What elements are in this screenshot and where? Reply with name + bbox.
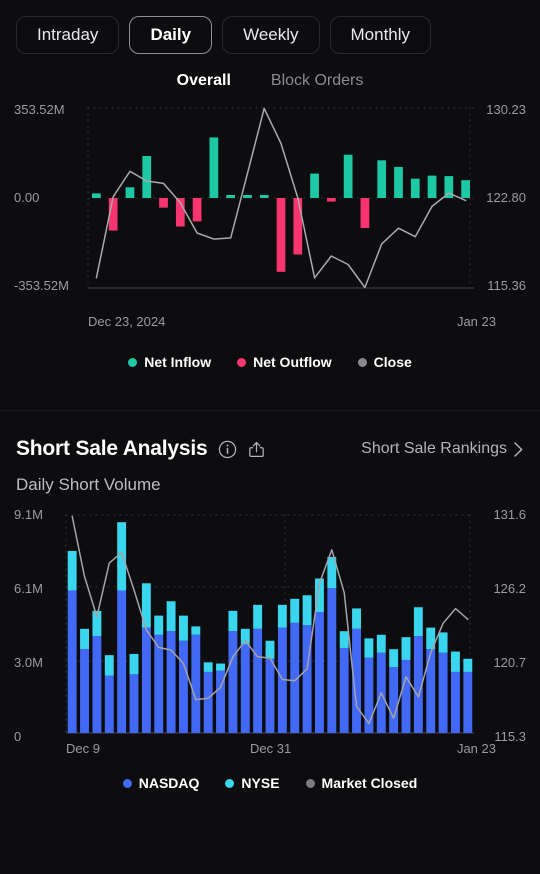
- legend-nasdaq: NASDAQ: [122, 775, 200, 791]
- fund-flow-legend: Net Inflow Net Outflow Close: [0, 354, 540, 370]
- legend-dot-icon: [128, 357, 138, 367]
- short-sale-rankings-link[interactable]: Short Sale Rankings: [361, 440, 524, 458]
- legend-dot-icon: [357, 357, 367, 367]
- legend-net-outflow: Net Outflow: [237, 354, 332, 370]
- sv-x-label-0: Dec 9: [66, 741, 100, 756]
- period-tab-weekly[interactable]: Weekly: [222, 16, 320, 54]
- fundflow-y-right-mid: 122.80: [486, 190, 526, 205]
- fundflow-y-right-top: 130.23: [486, 102, 526, 117]
- legend-close: Close: [357, 354, 412, 370]
- chevron-right-icon: [513, 441, 524, 458]
- legend-net-inflow: Net Inflow: [128, 354, 211, 370]
- period-tab-intraday[interactable]: Intraday: [16, 16, 120, 54]
- short-volume-chart-block: 9.1M 6.1M 3.0M 0 131.6 126.2 120.7 115.3…: [0, 507, 540, 791]
- daily-short-volume-subtitle: Daily Short Volume: [16, 475, 161, 494]
- sv-y-right-2: 120.7: [493, 655, 526, 670]
- legend-label: Market Closed: [321, 775, 418, 791]
- legend-nyse: NYSE: [225, 775, 280, 791]
- sub-tab-bar: Overall Block Orders: [0, 72, 540, 90]
- short-volume-chart[interactable]: 9.1M 6.1M 3.0M 0 131.6 126.2 120.7 115.3: [0, 507, 540, 744]
- share-icon[interactable]: [247, 440, 266, 459]
- tab-block-orders[interactable]: Block Orders: [271, 72, 363, 90]
- page-title: Short Sale Analysis: [16, 437, 208, 460]
- sv-x-label-2: Jan 23: [456, 741, 496, 756]
- spacer: [0, 370, 540, 410]
- fundflow-y-left-top: 353.52M: [14, 102, 65, 117]
- short-volume-legend: NASDAQ NYSE Market Closed: [0, 775, 540, 791]
- sv-y-left-0: 9.1M: [14, 507, 43, 522]
- sv-y-right-0: 131.6: [493, 507, 526, 522]
- fundflow-y-right-bottom: 115.36: [487, 278, 526, 293]
- legend-dot-icon: [237, 357, 247, 367]
- short-sale-rankings-label: Short Sale Rankings: [361, 440, 507, 457]
- sv-x-label-1: Dec 31: [250, 741, 292, 756]
- short-sale-header: Short Sale Analysis Short Sale Rankings: [0, 437, 540, 461]
- section-divider: [0, 410, 540, 411]
- legend-market-closed: Market Closed: [305, 775, 418, 791]
- legend-label: Close: [373, 354, 412, 370]
- legend-label: Net Outflow: [253, 354, 332, 370]
- sv-y-left-1: 6.1M: [14, 581, 43, 596]
- sv-y-right-1: 126.2: [493, 581, 526, 596]
- fundflow-x-start: Dec 23, 2024: [88, 314, 166, 329]
- legend-label: NASDAQ: [138, 775, 200, 791]
- legend-label: NYSE: [241, 775, 280, 791]
- period-tab-monthly[interactable]: Monthly: [329, 16, 432, 54]
- legend-dot-icon: [305, 778, 315, 788]
- fund-flow-chart[interactable]: 353.52M 0.00 -353.52M 130.23 122.80 115.…: [0, 102, 540, 312]
- tab-overall[interactable]: Overall: [177, 72, 231, 90]
- legend-label: Net Inflow: [144, 354, 212, 370]
- legend-dot-icon: [122, 778, 132, 788]
- fund-flow-chart-block: 353.52M 0.00 -353.52M 130.23 122.80 115.…: [0, 102, 540, 370]
- info-circle-icon[interactable]: [218, 440, 237, 459]
- fund-flow-page: Intraday Daily Weekly Monthly Overall Bl…: [0, 0, 540, 874]
- fundflow-y-left-mid: 0.00: [14, 190, 40, 205]
- period-tab-bar: Intraday Daily Weekly Monthly: [0, 0, 540, 54]
- fund-flow-plot: [87, 107, 475, 289]
- short-volume-plot: [65, 514, 475, 734]
- period-tab-daily[interactable]: Daily: [129, 16, 213, 54]
- legend-dot-icon: [225, 778, 235, 788]
- fundflow-x-end: Jan 23: [456, 314, 496, 329]
- sv-y-left-2: 3.0M: [14, 655, 43, 670]
- fundflow-y-left-bottom: -353.52M: [14, 278, 69, 293]
